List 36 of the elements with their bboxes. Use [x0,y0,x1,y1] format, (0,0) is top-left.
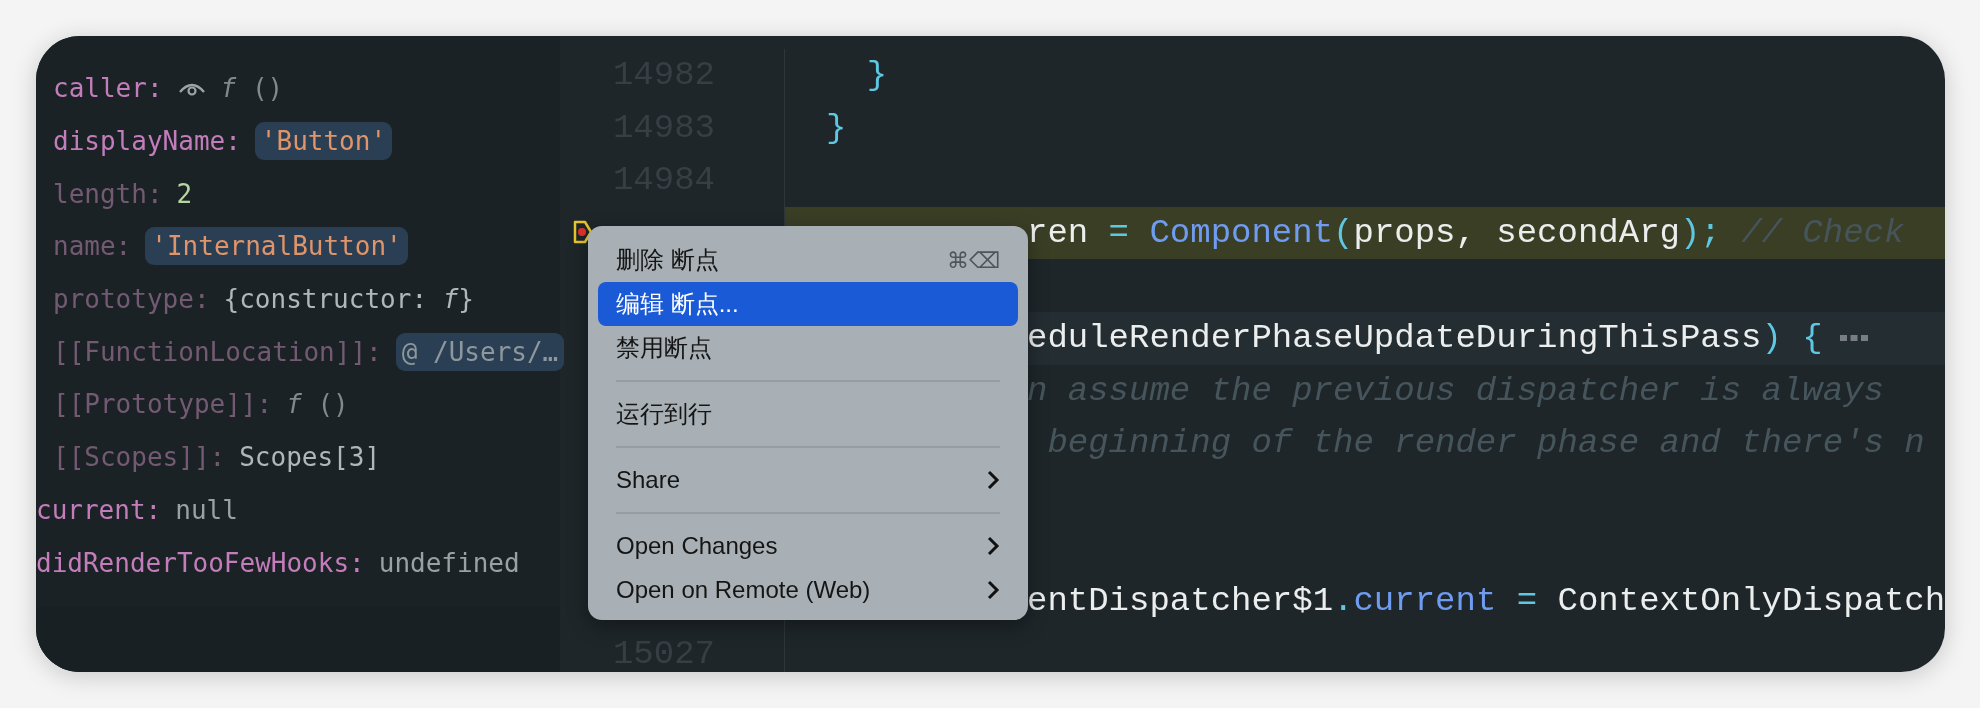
code-line: } [826,108,847,147]
property-key: [[Scopes]]: [53,442,226,473]
menu-item[interactable]: Open on Remote (Web) [598,568,1018,612]
property-key: [[Prototype]]: [53,389,273,420]
chevron-right-icon [986,580,1000,600]
property-key: length: [53,178,163,209]
property-value: f () [220,73,284,104]
property-key: [[FunctionLocation]]: [53,336,382,367]
property-value: undefined [378,547,520,578]
property-value: f () [286,389,349,420]
property-key: current: [36,494,162,525]
menu-item[interactable]: 删除 断点 ⌘⌫ [598,238,1018,282]
code-line: entDispatcher$1.current = ContextOnlyDispatch [1027,582,1945,621]
keyboard-shortcut: ⌘⌫ [946,247,1000,273]
property-value: 'InternalButton' [145,227,408,266]
breakpoint-icon[interactable] [572,218,594,245]
property-value: Scopes[3] [239,442,381,473]
chevron-right-icon [986,536,1000,556]
property-value: null [175,494,238,525]
property-value: 'Button' [254,122,393,161]
property-key: name: [53,231,132,262]
property-value: {constructor: f} [223,284,474,315]
property-value: 2 [176,178,193,209]
property-key: caller: [53,73,163,104]
chevron-right-icon [986,470,1000,490]
menu-item[interactable]: 运行到行 [598,392,1018,436]
property-key: displayName: [53,126,241,157]
property-key: didRenderTooFewHooks: [36,547,365,578]
menu-item[interactable]: 编辑 断点... [598,282,1018,326]
menu-item[interactable]: Share [598,458,1018,502]
menu-item[interactable]: Open Changes [598,524,1018,568]
code-line: } [865,56,888,95]
property-value: @ /Users/… [395,332,565,371]
property-key: prototype: [53,284,210,315]
menu-item[interactable]: 禁用断点 [598,326,1018,370]
code-line: eduleRenderPhaseUpdateDuringThisPass) { [1027,319,1823,358]
